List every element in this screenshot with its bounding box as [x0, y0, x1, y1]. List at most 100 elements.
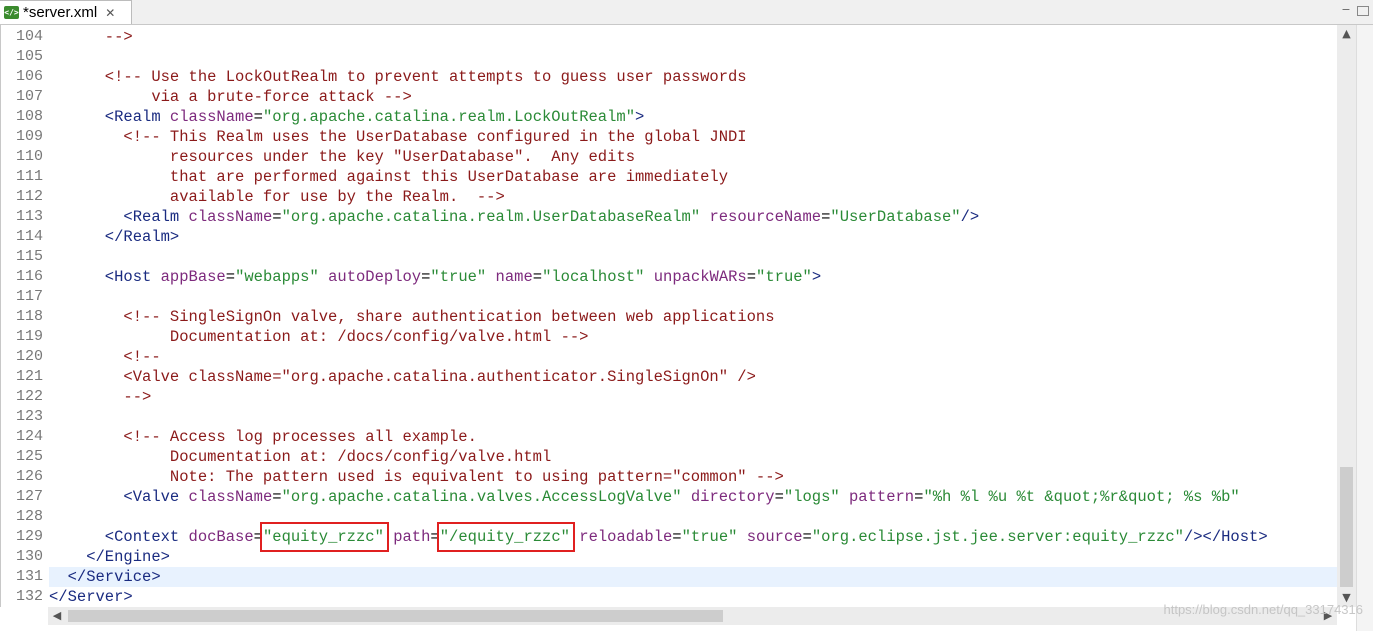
code-token: "localhost"	[542, 268, 645, 286]
code-token: via a brute-force attack -->	[49, 88, 412, 106]
code-token: path	[393, 528, 431, 546]
horizontal-scroll-thumb[interactable]	[68, 610, 723, 622]
code-token: =	[430, 528, 440, 546]
scroll-up-icon[interactable]: ▲	[1337, 25, 1356, 43]
code-token: =	[774, 488, 784, 506]
tab-server-xml[interactable]: </> *server.xml ✕	[0, 0, 132, 24]
code-token: />	[960, 208, 980, 226]
code-line[interactable]: Documentation at: /docs/config/valve.htm…	[49, 327, 1338, 347]
highlighted-value: "/equity_rzzc"	[439, 528, 570, 546]
code-area[interactable]: --> <!-- Use the LockOutRealm to prevent…	[49, 25, 1338, 607]
code-token: =	[253, 108, 263, 126]
code-line[interactable]: via a brute-force attack -->	[49, 87, 1338, 107]
code-token: -->	[49, 28, 133, 46]
code-token: <Realm	[49, 108, 170, 126]
line-number: 128	[16, 508, 44, 525]
code-token: =	[225, 268, 236, 286]
code-token: resourceName	[709, 208, 822, 226]
line-number: 120	[16, 348, 44, 365]
code-token: className	[188, 488, 273, 506]
current-code-line[interactable]: </Service>	[49, 567, 1338, 587]
code-token: available for use by the Realm. -->	[49, 188, 505, 206]
code-token: reloadable	[579, 528, 673, 546]
code-token: >	[811, 268, 822, 286]
code-line[interactable]: Note: The pattern used is equivalent to …	[49, 467, 1338, 487]
code-token: "logs"	[783, 488, 840, 506]
tab-title: *server.xml	[23, 4, 98, 21]
vertical-scroll-thumb[interactable]	[1340, 467, 1353, 587]
code-token: =	[532, 268, 543, 286]
code-line[interactable]	[49, 407, 1338, 427]
code-line[interactable]: <Valve className="org.apache.catalina.au…	[49, 367, 1338, 387]
line-number: 111	[16, 168, 44, 185]
line-number: 105	[16, 48, 44, 65]
code-line[interactable]: Documentation at: /docs/config/valve.htm…	[49, 447, 1338, 467]
code-line[interactable]: <Realm className="org.apache.catalina.re…	[49, 207, 1338, 227]
code-line[interactable]: -->	[49, 27, 1338, 47]
code-token: className	[188, 208, 273, 226]
close-icon[interactable]: ✕	[105, 6, 115, 20]
line-number: 132	[16, 588, 44, 605]
code-line[interactable]: <!-- Use the LockOutRealm to prevent att…	[49, 67, 1338, 87]
line-number: 117	[16, 288, 44, 305]
code-line[interactable]: <!-- This Realm uses the UserDatabase co…	[49, 127, 1338, 147]
code-line[interactable]: <!-- Access log processes all example.	[49, 427, 1338, 447]
line-number: 125	[16, 448, 44, 465]
code-token: appBase	[160, 268, 226, 286]
line-number: 115	[16, 248, 44, 265]
line-number: 112	[16, 188, 44, 205]
code-token: =	[821, 208, 831, 226]
code-token: directory	[690, 488, 775, 506]
code-token: "true"	[430, 268, 487, 286]
code-token: -->	[49, 388, 152, 406]
code-line[interactable]: </Server>	[49, 587, 1338, 607]
code-token: name	[495, 268, 533, 286]
code-line[interactable]: that are performed against this UserData…	[49, 167, 1338, 187]
code-line[interactable]	[49, 247, 1338, 267]
code-token: <Context	[49, 528, 189, 546]
line-number: 121	[16, 368, 44, 385]
code-token: <!-- Access log processes all example.	[49, 428, 477, 446]
maximize-button[interactable]	[1357, 6, 1369, 16]
code-editor[interactable]: 104 105 106 107 108 109 110 111 112 113 114 115 116 1…	[0, 25, 1338, 607]
code-token: <Host	[49, 268, 161, 286]
line-number: 126	[16, 468, 44, 485]
code-line[interactable]: <!--	[49, 347, 1338, 367]
scroll-left-icon[interactable]: ◀	[48, 607, 66, 625]
code-line[interactable]: </Realm>	[49, 227, 1338, 247]
line-number: 118	[16, 308, 44, 325]
code-line[interactable]: <!-- SingleSignOn valve, share authentic…	[49, 307, 1338, 327]
code-line[interactable]: <Context docBase="equity_rzzc" path="/eq…	[49, 527, 1338, 547]
code-line[interactable]: <Realm className="org.apache.catalina.re…	[49, 107, 1338, 127]
line-number: 116	[16, 268, 44, 285]
code-line[interactable]: available for use by the Realm. -->	[49, 187, 1338, 207]
code-line[interactable]: -->	[49, 387, 1338, 407]
line-number: 109	[16, 128, 44, 145]
code-token: "%h %l %u %t &quot;%r&quot; %s %b"	[923, 488, 1240, 506]
code-token: <Valve className="org.apache.catalina.au…	[49, 368, 756, 386]
minimize-button[interactable]: −	[1339, 4, 1353, 16]
code-token: <!-- SingleSignOn valve, share authentic…	[49, 308, 775, 326]
line-number-gutter: 104 105 106 107 108 109 110 111 112 113 114 115 116 1…	[1, 25, 45, 607]
code-line[interactable]	[49, 47, 1338, 67]
code-token: =	[672, 528, 682, 546]
line-number: 130	[16, 548, 44, 565]
line-number: 119	[16, 328, 44, 345]
code-line[interactable]: resources under the key "UserDatabase". …	[49, 147, 1338, 167]
code-token: "org.eclipse.jst.jee.server:equity_rzzc"	[811, 528, 1184, 546]
horizontal-scrollbar[interactable]: ◀ ▶	[48, 607, 1337, 625]
code-line[interactable]	[49, 507, 1338, 527]
code-line[interactable]: <Valve className="org.apache.catalina.va…	[49, 487, 1338, 507]
code-line[interactable]: <Host appBase="webapps" autoDeploy="true…	[49, 267, 1338, 287]
code-line[interactable]	[49, 287, 1338, 307]
code-token: <Realm	[49, 208, 189, 226]
code-token: =	[746, 268, 757, 286]
code-token: "true"	[756, 268, 812, 286]
code-token: =	[253, 528, 263, 546]
vertical-scrollbar[interactable]: ▲ ▼	[1337, 25, 1356, 607]
code-line[interactable]: </Engine>	[49, 547, 1338, 567]
